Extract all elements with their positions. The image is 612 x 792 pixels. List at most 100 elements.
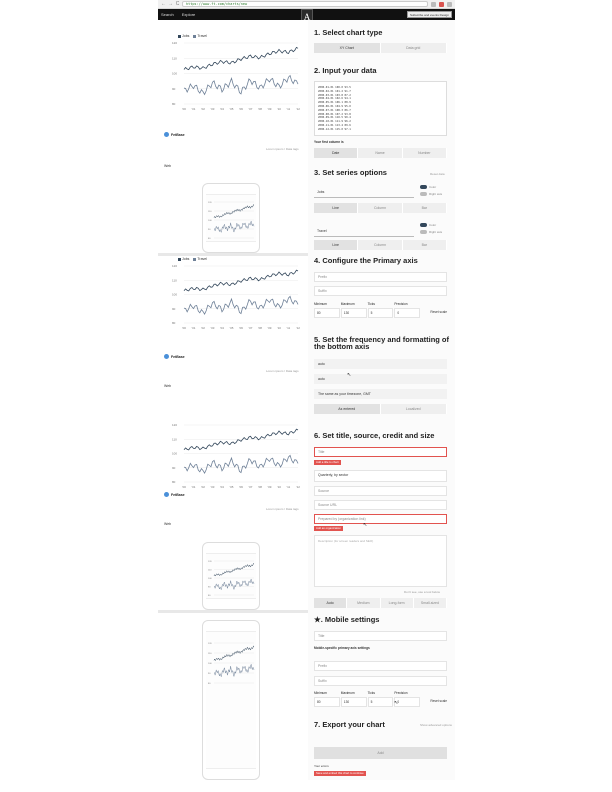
axis-precision-input[interactable]: 0 (394, 697, 421, 707)
export-button[interactable]: Add (314, 747, 447, 759)
series-type-line[interactable]: Line (314, 240, 359, 250)
reset-scale-button[interactable]: Reset scale (421, 308, 447, 318)
phone-screen: 120 110 100 90 80 (206, 194, 256, 242)
source-link[interactable]: Lorem ipsum / Data tags (266, 507, 299, 511)
size-medium[interactable]: Medium (347, 598, 381, 608)
credit-input[interactable]: Prepared by (organization link) (314, 514, 447, 524)
menu-icon[interactable] (447, 1, 452, 7)
source-url-input[interactable]: Source URL (314, 500, 447, 510)
search-extension-icon[interactable] (431, 1, 436, 7)
advanced-options-link[interactable]: Show advanced options (420, 723, 452, 727)
subtitle-input[interactable]: Quarterly, by sector (314, 470, 447, 482)
axis-suffix-input[interactable]: Suffix (314, 286, 447, 296)
y-tick-label: 110 (208, 653, 212, 655)
legend-jobs: Jobs (182, 257, 190, 261)
reset-data-link[interactable]: Reset data (430, 172, 445, 176)
first-column-number[interactable]: Number (402, 148, 447, 158)
axis-ticks-input[interactable]: 5 (367, 308, 394, 318)
mobile-title-input[interactable]: Title (314, 631, 447, 641)
right-axis-toggle[interactable] (420, 192, 427, 196)
axis-min-input[interactable]: 80 (314, 697, 340, 707)
address-bar[interactable]: https://www.ft.com/charts/new (182, 1, 428, 7)
series-type-toggle: Line Column Bar (314, 203, 447, 213)
axis-min-input[interactable]: 80 (314, 308, 340, 318)
preview-chart-1: 120 110 100 90 80 '00 '01 '02 '03 '04 '05 '06 '07 '08… (172, 41, 300, 111)
legend-travel: Travel (197, 257, 208, 261)
color-toggle[interactable] (420, 185, 427, 189)
x-tick-label: '08 (258, 107, 262, 111)
chart-type-grid[interactable]: Data grid (380, 43, 447, 53)
series-type-bar[interactable]: Bar (402, 240, 447, 250)
y-tick-label: 100 (208, 578, 212, 580)
series-type-bar[interactable]: Bar (402, 203, 447, 213)
export-label: Your errors (314, 764, 329, 768)
x-tick-label: '05 (230, 326, 234, 330)
bottom-axis-frequency[interactable]: auto (314, 359, 447, 369)
first-column-label: Your first column is (314, 140, 344, 144)
series-type-column[interactable]: Column (358, 203, 403, 213)
axis-max-input[interactable]: 130 (340, 308, 367, 318)
description-textarea[interactable]: Description (for screen readers and SEO) (314, 535, 447, 587)
mobile-axis-label: Mobile-specific primary axis settings (314, 646, 370, 650)
series-type-column[interactable]: Column (358, 240, 403, 250)
x-tick-label: '09 (268, 107, 272, 111)
series-type-line[interactable]: Line (314, 203, 359, 213)
right-axis-label: Right axis (429, 230, 443, 234)
section-6-title: 6. Set title, source, credit and size (314, 431, 435, 440)
first-column-name[interactable]: Name (358, 148, 403, 158)
localized-option[interactable]: Localized (380, 404, 447, 414)
axis-prefix-input[interactable]: Prefix (314, 272, 447, 282)
axis-ticks-input[interactable]: 5 (367, 697, 394, 707)
y-tick-label: 90 (172, 307, 176, 311)
phone-preview-mobile: 120 110 100 90 80 (202, 620, 260, 780)
size-auto[interactable]: Auto (314, 598, 348, 608)
series-line-travel (213, 220, 255, 234)
mobile-suffix-input[interactable]: Suffix (314, 676, 447, 686)
source-link[interactable]: Lorem ipsum / Data tags (266, 369, 299, 373)
back-arrow-icon[interactable]: ← (161, 1, 166, 7)
mobile-prefix-input[interactable]: Prefix (314, 661, 447, 671)
series-line-travel (183, 454, 299, 474)
x-tick-label: '08 (258, 485, 262, 489)
y-tick-label: 100 (172, 452, 177, 456)
bottom-axis-format[interactable]: auto (314, 374, 447, 384)
explore-link[interactable]: Explore (182, 12, 196, 17)
axis-precision-input[interactable]: 0 (394, 308, 421, 318)
series-name-input[interactable]: Travel (314, 227, 414, 237)
size-longform[interactable]: Long-form (380, 598, 414, 608)
source-link[interactable]: Lorem ipsum / Data tags (266, 147, 299, 151)
x-tick-label: '12 (296, 485, 300, 489)
x-tick-label: '06 (239, 485, 243, 489)
forward-arrow-icon[interactable]: → (168, 1, 173, 7)
credit-error: Add an organization (314, 526, 343, 531)
chart-type-xy[interactable]: XY Chart (314, 43, 381, 53)
source-input[interactable]: Source (314, 486, 447, 496)
section-2-title: 2. Input your data (314, 66, 377, 75)
series-line-jobs (183, 46, 299, 71)
series-line-travel (183, 74, 299, 96)
y-tick-label: 120 (208, 202, 212, 204)
data-input[interactable]: 2000-01-01 100.0 93.5 2000-02-01 101.2 9… (314, 81, 447, 136)
right-axis-toggle[interactable] (420, 230, 427, 234)
size-small[interactable]: Small-sized (413, 598, 447, 608)
y-tick-label: 90 (208, 673, 211, 675)
x-tick-label: '11 (287, 485, 291, 489)
color-toggle[interactable] (420, 223, 427, 227)
phone-chart-3: 120 110 100 90 80 (208, 642, 255, 685)
series-line-jobs (183, 428, 299, 451)
reload-icon[interactable]: C (175, 1, 180, 7)
search-link[interactable]: Search (161, 12, 174, 17)
legend-swatch (193, 34, 197, 38)
y-tick-label: 110 (208, 570, 212, 572)
first-column-date[interactable]: Date (314, 148, 359, 158)
series-type-toggle: Line Column Bar (314, 240, 447, 250)
extension-icon[interactable] (439, 1, 444, 7)
axis-min-header: Minimum (314, 302, 327, 306)
header-right-button[interactable]: Subscribe and events Design (406, 11, 452, 18)
axis-max-input[interactable]: 130 (340, 697, 367, 707)
title-input[interactable]: Title (314, 447, 447, 457)
series-name-input[interactable]: Jobs (314, 188, 414, 198)
axis-ticks-header: Ticks (367, 302, 375, 306)
reset-scale-button[interactable]: Reset scale (421, 697, 447, 707)
as-entered-option[interactable]: As entered (314, 404, 381, 414)
